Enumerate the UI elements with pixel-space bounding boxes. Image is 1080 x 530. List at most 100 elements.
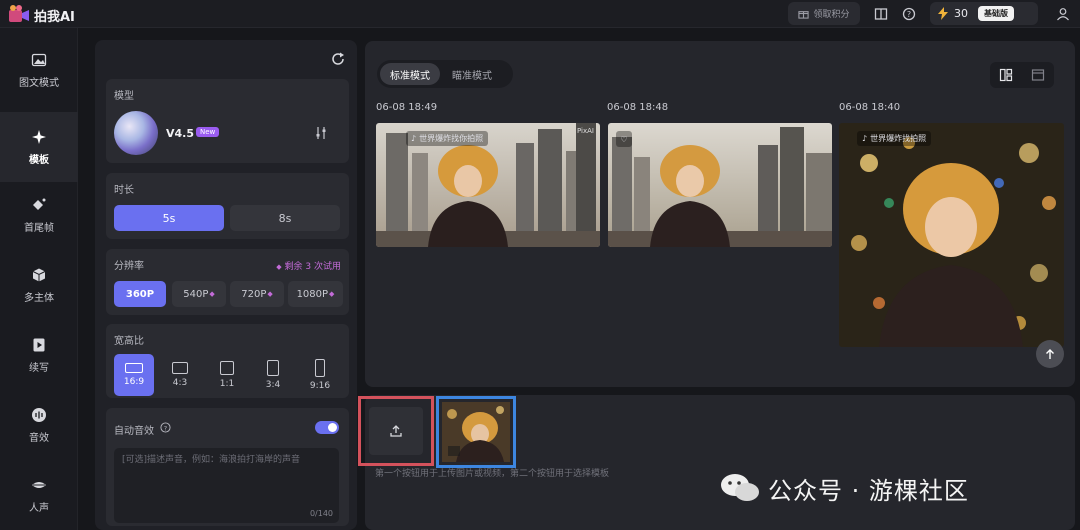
- nav-item-continue[interactable]: 续写: [0, 320, 78, 390]
- sound-description-input[interactable]: [可选]描述声音，例如：海浪拍打海岸的声音 0/140: [114, 448, 339, 523]
- nav-label: 首尾帧: [24, 222, 54, 234]
- model-card[interactable]: 模型 V4.5 New: [106, 79, 349, 163]
- wechat-icon: [721, 474, 759, 501]
- resolution-label: 540P: [183, 288, 209, 300]
- christmas-portrait-image: [839, 123, 1064, 347]
- ratio-option-4-3[interactable]: 4:3: [160, 354, 200, 396]
- scroll-to-top-button[interactable]: [1036, 340, 1064, 368]
- grid-view-icon[interactable]: [999, 68, 1013, 82]
- ratio-option-1-1[interactable]: 1:1: [207, 354, 247, 396]
- video-thumbnail[interactable]: ♪ 世界爆炸找拍照: [839, 123, 1064, 347]
- svg-text:?: ?: [907, 10, 911, 19]
- nav-item-sound-effect[interactable]: 音效: [0, 390, 78, 460]
- resolution-title: 分辨率: [114, 261, 144, 272]
- auto-audio-card: 自动音效 ? [可选]描述声音，例如：海浪拍打海岸的声音 0/140: [106, 408, 349, 526]
- gem-icon: ◆: [209, 290, 215, 298]
- book-icon[interactable]: [872, 5, 890, 23]
- nav-label: 多主体: [24, 292, 54, 304]
- gem-icon: ◆: [276, 263, 282, 271]
- nav-item-image-text-mode[interactable]: 图文模式: [0, 35, 78, 105]
- ratio-1-1-icon: [220, 361, 234, 375]
- model-name: V4.5: [166, 127, 194, 140]
- nav-label: 人声: [29, 502, 49, 514]
- credits-count: 30: [954, 7, 968, 20]
- arrow-up-icon: [1046, 349, 1054, 359]
- brand-name: 拍我AI: [34, 10, 75, 25]
- trial-remaining-note: ◆ 剩余 3 次试用: [276, 259, 341, 272]
- duration-option-8s[interactable]: 8s: [230, 205, 340, 231]
- sound-icon: [32, 407, 46, 422]
- nav-item-template[interactable]: 模板: [0, 112, 78, 182]
- upload-button-highlight: [358, 396, 434, 466]
- watermark-overlay: 公众号 · 游棵社区: [720, 470, 969, 506]
- svg-text:?: ?: [164, 424, 167, 432]
- template-select-button[interactable]: [442, 402, 510, 462]
- resolution-option-720p[interactable]: 720P ◆: [230, 281, 284, 307]
- resolution-card: 分辨率 ◆ 剩余 3 次试用 360P 540P ◆ 720P ◆ 1080P ◆: [106, 249, 349, 315]
- resolution-option-1080p[interactable]: 1080P ◆: [288, 281, 343, 307]
- claim-credits-button[interactable]: 领取积分: [788, 2, 860, 25]
- resolution-label: 720P: [241, 288, 267, 300]
- ratio-option-16-9[interactable]: 16:9: [114, 354, 154, 396]
- claim-credits-label: 领取积分: [813, 10, 850, 20]
- video-thumbnail[interactable]: ♪ 世界爆炸找你拍照 PixAI: [376, 123, 600, 247]
- upload-icon: [390, 425, 402, 437]
- nav-label: 模板: [29, 154, 49, 166]
- resolution-label: 1080P: [296, 288, 329, 300]
- tune-icon[interactable]: [314, 126, 328, 140]
- video-title: 世界爆炸找拍照: [870, 134, 927, 143]
- music-icon: ♪: [862, 134, 868, 143]
- ratio-option-3-4[interactable]: 3:4: [253, 354, 293, 396]
- video-timestamp: 06-08 18:48: [607, 102, 669, 113]
- ratio-option-9-16[interactable]: 9:16: [300, 354, 340, 396]
- user-icon[interactable]: [1054, 5, 1072, 23]
- credits-display[interactable]: 30 基础版: [930, 2, 1038, 25]
- nav-item-voice[interactable]: 人声: [0, 460, 78, 530]
- sparkle-icon: [32, 129, 46, 144]
- gem-icon: ◆: [267, 290, 273, 298]
- frames-icon: [33, 198, 46, 210]
- duration-title: 时长: [114, 185, 134, 196]
- list-view-icon[interactable]: [1031, 68, 1045, 82]
- image-icon: [31, 53, 47, 66]
- nav-item-multi-subject[interactable]: 多主体: [0, 250, 78, 320]
- ratio-label: 9:16: [309, 381, 331, 391]
- favorite-icon[interactable]: ♡: [616, 131, 632, 147]
- nav-item-first-last-frame[interactable]: 首尾帧: [0, 180, 78, 250]
- model-avatar: [114, 111, 158, 155]
- template-button-highlight: [436, 396, 516, 468]
- video-title-tag: ♪ 世界爆炸找你拍照: [406, 131, 489, 146]
- tab-standard-mode[interactable]: 标准模式: [380, 63, 440, 85]
- refresh-icon[interactable]: [330, 51, 346, 67]
- app-logo-icon: [9, 5, 29, 22]
- plan-badge: 基础版: [978, 6, 1014, 21]
- gem-icon: ◆: [329, 290, 335, 298]
- upload-button[interactable]: [369, 407, 423, 455]
- nav-label: 音效: [29, 432, 49, 444]
- ratio-9-16-icon: [315, 359, 325, 377]
- watermark-text: 公众号 · 游棵社区: [768, 476, 969, 505]
- new-badge: New: [196, 127, 220, 137]
- video-timestamp: 06-08 18:49: [376, 102, 438, 113]
- duration-option-5s[interactable]: 5s: [114, 205, 224, 231]
- resolution-option-540p[interactable]: 540P ◆: [172, 281, 226, 307]
- char-counter: 0/140: [309, 508, 333, 518]
- ratio-16-9-icon: [125, 363, 143, 373]
- continue-icon: [33, 338, 45, 351]
- city-portrait-image: [608, 123, 832, 247]
- ratio-3-4-icon: [267, 360, 279, 376]
- gift-icon: [798, 11, 810, 19]
- help-icon[interactable]: ?: [160, 422, 171, 433]
- model-title: 模型: [114, 91, 134, 102]
- lips-icon: [32, 481, 46, 488]
- resolution-option-360p[interactable]: 360P: [114, 281, 166, 307]
- tab-aim-mode[interactable]: 瞄准模式: [442, 63, 502, 85]
- ratio-label: 1:1: [219, 379, 235, 389]
- auto-audio-toggle[interactable]: [315, 421, 339, 434]
- help-icon[interactable]: ?: [900, 5, 918, 23]
- nav-label: 图文模式: [19, 77, 59, 89]
- video-thumbnail[interactable]: ♡: [608, 123, 832, 247]
- video-title: 世界爆炸找你拍照: [419, 134, 484, 143]
- auto-audio-title: 自动音效: [114, 426, 154, 437]
- corner-watermark: PixAI: [576, 127, 594, 135]
